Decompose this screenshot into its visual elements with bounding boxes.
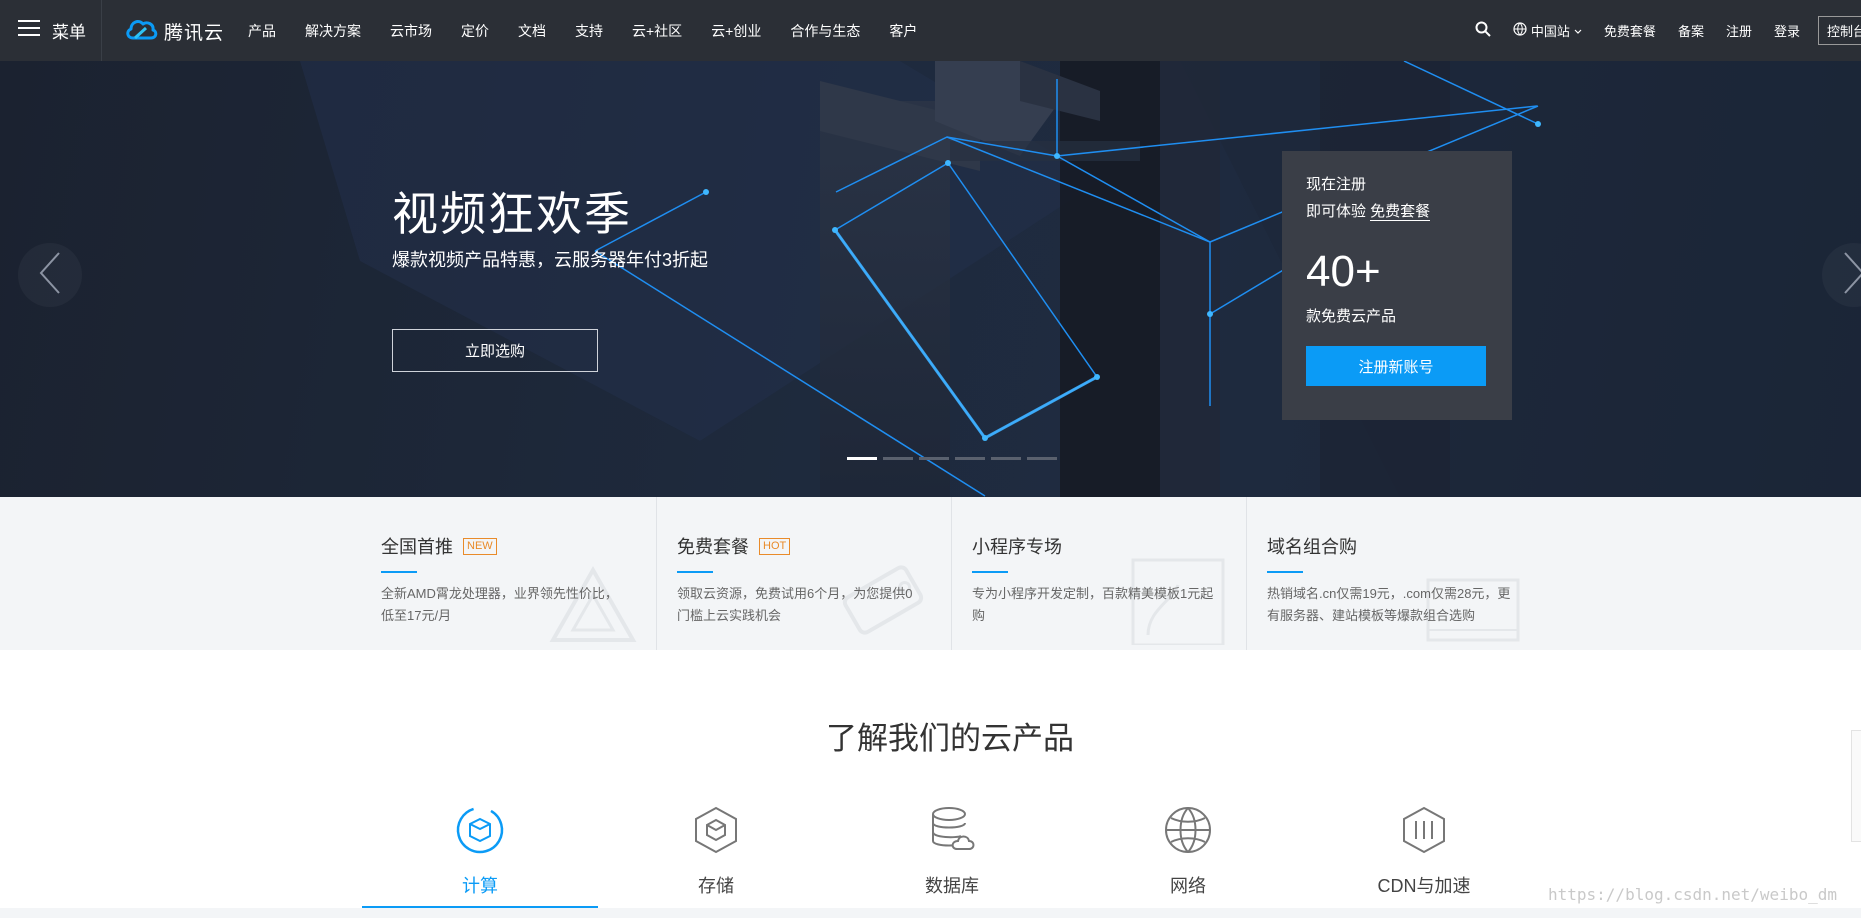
new-badge: NEW (463, 537, 497, 555)
hero-background-graphic (300, 61, 1861, 497)
cloud-logo-icon (124, 16, 158, 47)
menu-label: 菜单 (52, 23, 86, 42)
search-icon[interactable] (1475, 21, 1491, 40)
nav-item-customers[interactable]: 客户 (889, 21, 917, 41)
tab-label: CDN与加速 (1377, 876, 1471, 896)
login-link[interactable]: 登录 (1774, 21, 1800, 40)
promo-card-miniprogram[interactable]: 小程序专场 专为小程序开发定制，百款精美模板1元起购 (951, 497, 1246, 650)
tab-storage[interactable]: 存储 (598, 805, 834, 908)
console-button[interactable]: 控制台 (1817, 16, 1861, 45)
tab-label: 网络 (1170, 876, 1206, 896)
tab-label: 存储 (698, 876, 734, 896)
nav-item-partners[interactable]: 合作与生态 (790, 21, 860, 41)
hero-subtitle: 爆款视频产品特惠，云服务器年付3折起 (392, 250, 709, 270)
promo-title: 全国首推 NEW (381, 533, 638, 559)
nav-right: 中国站 免费套餐 备案 注册 登录 控制台 (1453, 0, 1861, 61)
carousel-dot-1[interactable] (847, 457, 877, 460)
free-product-desc: 款免费云产品 (1306, 308, 1397, 325)
promo-description: 领取云资源，免费试用6个月，为您提供0门槛上云实践机会 (677, 586, 913, 623)
promo-title-text: 免费套餐 (677, 537, 749, 557)
nav-item-docs[interactable]: 文档 (518, 21, 546, 41)
tab-label: 数据库 (925, 876, 979, 896)
product-tabs: 计算 存储 数据库 网络 CDN与加速 (362, 805, 1542, 908)
tab-database[interactable]: 数据库 (834, 805, 1070, 908)
promo-title-text: 全国首推 (381, 537, 453, 557)
carousel-dot-4[interactable] (955, 457, 985, 460)
promo-accent-bar (1267, 571, 1303, 573)
region-selector[interactable]: 中国站 (1513, 21, 1582, 40)
nav-item-products[interactable]: 产品 (248, 21, 276, 41)
filing-link[interactable]: 备案 (1678, 21, 1704, 40)
products-section-title: 了解我们的云产品 (826, 721, 1074, 756)
globe-icon (1513, 22, 1527, 39)
promo-card-amd[interactable]: 全国首推 NEW 全新AMD霄龙处理器，业界领先性价比，低至17元/月 (361, 497, 656, 650)
promo-strip: 全国首推 NEW 全新AMD霄龙处理器，业界领先性价比，低至17元/月 免费套餐… (0, 497, 1861, 650)
section-divider (0, 908, 1861, 918)
hero-title: 视频狂欢季 (392, 188, 632, 240)
register-card-heading: 现在注册 (1306, 176, 1367, 193)
top-navbar: 菜单 腾讯云 产品 解决方案 云市场 定价 文档 支持 云+社区 云+创业 合作… (0, 0, 1861, 61)
carousel-dot-2[interactable] (883, 457, 913, 460)
promo-description: 热销域名.cn仅需19元，.com仅需28元，更有服务器、建站模板等爆款组合选购 (1267, 586, 1511, 623)
promo-card-free[interactable]: 免费套餐 HOT 领取云资源，免费试用6个月，为您提供0门槛上云实践机会 (656, 497, 951, 650)
carousel-dot-6[interactable] (1027, 457, 1057, 460)
promo-description: 全新AMD霄龙处理器，业界领先性价比，低至17元/月 (381, 586, 618, 623)
promo-title-text: 小程序专场 (972, 537, 1062, 557)
register-card-subheading: 即可体验 免费套餐 (1306, 200, 1488, 221)
chevron-down-icon (1574, 23, 1582, 38)
floating-side-tab[interactable] (1851, 730, 1861, 842)
free-package-link[interactable]: 免费套餐 (1604, 21, 1656, 40)
chevron-left-icon (39, 251, 61, 300)
tab-network[interactable]: 网络 (1070, 805, 1306, 908)
carousel-dot-3[interactable] (919, 457, 949, 460)
promo-accent-bar (972, 571, 1008, 573)
tab-compute[interactable]: 计算 (362, 805, 598, 908)
nav-item-solutions[interactable]: 解决方案 (305, 21, 361, 41)
hot-badge: HOT (759, 537, 791, 555)
nav-item-pricing[interactable]: 定价 (461, 21, 489, 41)
network-globe-icon (1163, 805, 1213, 860)
register-new-account-button[interactable]: 注册新账号 (1306, 346, 1486, 386)
hero-prev-button[interactable] (18, 243, 82, 307)
chevron-right-icon (1843, 251, 1861, 300)
cdn-icon (1399, 805, 1449, 860)
carousel-indicators (847, 457, 1057, 460)
main-nav: 产品 解决方案 云市场 定价 文档 支持 云+社区 云+创业 合作与生态 客户 (248, 0, 946, 61)
menu-button[interactable]: 菜单 (0, 0, 102, 61)
nav-item-support[interactable]: 支持 (575, 21, 603, 41)
nav-item-startup[interactable]: 云+创业 (711, 21, 761, 41)
hero-banner: 视频狂欢季 爆款视频产品特惠，云服务器年付3折起 立即选购 现在注册 即可体验 … (0, 61, 1861, 497)
promo-title-text: 域名组合购 (1267, 537, 1357, 557)
register-link[interactable]: 注册 (1726, 21, 1752, 40)
carousel-dot-5[interactable] (991, 457, 1021, 460)
watermark: https://blog.csdn.net/weibo_dm (1548, 885, 1837, 904)
free-package-card-link[interactable]: 免费套餐 (1370, 203, 1431, 221)
promo-accent-bar (677, 571, 713, 573)
promo-card-domain[interactable]: 域名组合购 热销域名.cn仅需19元，.com仅需28元，更有服务器、建站模板等… (1246, 497, 1541, 650)
tab-cdn[interactable]: CDN与加速 (1306, 805, 1542, 908)
promo-accent-bar (381, 571, 417, 573)
promo-title: 域名组合购 (1267, 533, 1523, 559)
buy-now-button[interactable]: 立即选购 (392, 329, 598, 372)
storage-icon (691, 805, 741, 860)
register-card-prefix: 即可体验 (1306, 203, 1371, 220)
nav-item-community[interactable]: 云+社区 (632, 21, 682, 41)
compute-icon (455, 805, 505, 860)
free-product-count: 40+ (1306, 247, 1381, 296)
logo-text: 腾讯云 (164, 22, 225, 44)
nav-item-marketplace[interactable]: 云市场 (390, 21, 432, 41)
database-icon (927, 805, 977, 860)
region-label: 中国站 (1530, 24, 1570, 39)
tab-label: 计算 (462, 876, 498, 896)
logo[interactable]: 腾讯云 (124, 14, 224, 48)
hamburger-icon (18, 19, 40, 42)
register-card: 现在注册 即可体验 免费套餐 40+ 款免费云产品 注册新账号 (1282, 151, 1512, 420)
promo-description: 专为小程序开发定制，百款精美模板1元起购 (972, 586, 1214, 623)
